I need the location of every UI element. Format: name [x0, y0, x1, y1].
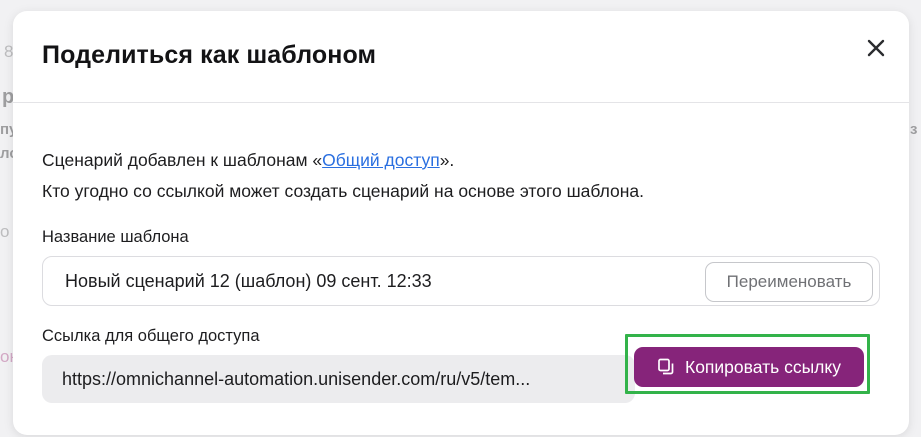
share-link-field[interactable]: https://omnichannel-automation.unisender…	[42, 355, 635, 403]
info-text: Сценарий добавлен к шаблонам «Общий дост…	[42, 145, 644, 207]
share-link-label: Ссылка для общего доступа	[42, 327, 260, 345]
close-button[interactable]	[863, 35, 889, 61]
dialog-header: Поделиться как шаблоном	[13, 11, 909, 103]
info-line-2: Кто угодно со ссылкой может создать сцен…	[42, 181, 644, 201]
info-prefix: Сценарий добавлен к шаблонам «	[42, 150, 323, 170]
template-name-value: Новый сценарий 12 (шаблон) 09 сент. 12:3…	[65, 271, 432, 291]
info-line-1: Сценарий добавлен к шаблонам «Общий дост…	[42, 145, 644, 176]
template-name-label: Название шаблона	[42, 228, 189, 246]
copy-icon	[657, 358, 675, 376]
copy-link-label: Копировать ссылку	[685, 356, 841, 377]
share-link-value: https://omnichannel-automation.unisender…	[62, 369, 531, 389]
close-icon	[867, 39, 885, 57]
copy-link-button[interactable]: Копировать ссылку	[634, 347, 864, 387]
info-suffix: ».	[439, 150, 455, 170]
rename-button[interactable]: Переименовать	[705, 262, 873, 302]
template-name-field: Новый сценарий 12 (шаблон) 09 сент. 12:3…	[42, 256, 880, 306]
dialog-title: Поделиться как шаблоном	[42, 41, 377, 69]
shared-access-link[interactable]: Общий доступ	[322, 150, 440, 170]
